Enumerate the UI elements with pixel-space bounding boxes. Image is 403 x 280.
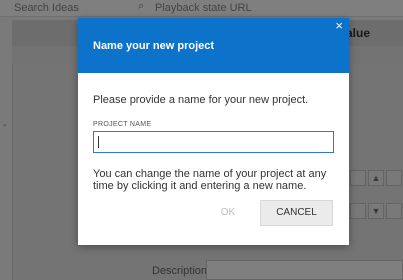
- dialog-title: Name your new project: [93, 40, 215, 52]
- ok-button[interactable]: OK: [202, 200, 254, 226]
- project-name-input[interactable]: [93, 131, 334, 153]
- project-name-label: PROJECT NAME: [93, 121, 152, 128]
- dialog-header: Name your new project ×: [78, 18, 349, 73]
- close-icon[interactable]: ×: [335, 19, 343, 33]
- text-caret: [98, 136, 99, 148]
- new-project-dialog: Name your new project × Please provide a…: [78, 18, 349, 245]
- rename-hint: You can change the name of your project …: [93, 168, 327, 192]
- cancel-button[interactable]: CANCEL: [260, 200, 333, 226]
- dialog-prompt: Please provide a name for your new proje…: [93, 94, 309, 106]
